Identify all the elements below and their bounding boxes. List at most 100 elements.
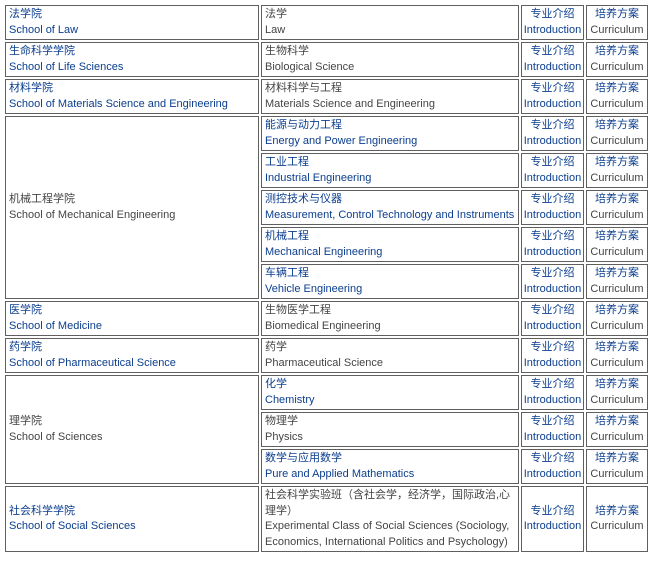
- introduction-link[interactable]: 专业介绍 Introduction: [521, 375, 584, 410]
- introduction-link[interactable]: 专业介绍 Introduction: [521, 227, 584, 262]
- introduction-label-en[interactable]: Introduction: [522, 171, 583, 187]
- introduction-label-en[interactable]: Introduction: [522, 97, 583, 113]
- introduction-label-en[interactable]: Introduction: [522, 356, 583, 372]
- introduction-link[interactable]: 专业介绍 Introduction: [521, 301, 584, 336]
- curriculum-label-cn[interactable]: 培养方案: [587, 118, 647, 134]
- curriculum-link[interactable]: 培养方案 Curriculum: [586, 449, 648, 484]
- curriculum-link[interactable]: 培养方案 Curriculum: [586, 42, 648, 77]
- curriculum-link[interactable]: 培养方案 Curriculum: [586, 375, 648, 410]
- school-name-en[interactable]: School of Law: [9, 23, 255, 39]
- curriculum-label-cn[interactable]: 培养方案: [587, 303, 647, 319]
- curriculum-label-en[interactable]: Curriculum: [587, 519, 647, 535]
- curriculum-link[interactable]: 培养方案 Curriculum: [586, 190, 648, 225]
- introduction-label-cn[interactable]: 专业介绍: [522, 340, 583, 356]
- curriculum-label-en[interactable]: Curriculum: [587, 245, 647, 261]
- school-name-cn[interactable]: 材料学院: [9, 81, 255, 97]
- curriculum-label-cn[interactable]: 培养方案: [587, 192, 647, 208]
- introduction-label-cn[interactable]: 专业介绍: [522, 504, 583, 520]
- curriculum-label-en[interactable]: Curriculum: [587, 60, 647, 76]
- curriculum-label-en[interactable]: Curriculum: [587, 356, 647, 372]
- introduction-link[interactable]: 专业介绍 Introduction: [521, 42, 584, 77]
- curriculum-label-en[interactable]: Curriculum: [587, 319, 647, 335]
- introduction-link[interactable]: 专业介绍 Introduction: [521, 486, 584, 552]
- introduction-label-cn[interactable]: 专业介绍: [522, 81, 583, 97]
- curriculum-label-cn[interactable]: 培养方案: [587, 44, 647, 60]
- introduction-link[interactable]: 专业介绍 Introduction: [521, 116, 584, 151]
- curriculum-label-cn[interactable]: 培养方案: [587, 451, 647, 467]
- school-name-en[interactable]: School of Life Sciences: [9, 60, 255, 76]
- curriculum-label-en[interactable]: Curriculum: [587, 467, 647, 483]
- school-name-cn[interactable]: 法学院: [9, 7, 255, 23]
- introduction-link[interactable]: 专业介绍 Introduction: [521, 5, 584, 40]
- curriculum-label-en[interactable]: Curriculum: [587, 97, 647, 113]
- major-name-cn[interactable]: 数学与应用数学: [265, 451, 515, 467]
- major-name-en[interactable]: Pure and Applied Mathematics: [265, 467, 515, 483]
- introduction-link[interactable]: 专业介绍 Introduction: [521, 338, 584, 373]
- curriculum-label-en[interactable]: Curriculum: [587, 282, 647, 298]
- major-name-en[interactable]: Industrial Engineering: [265, 171, 515, 187]
- major-name-en[interactable]: Energy and Power Engineering: [265, 134, 515, 150]
- school-name-cn[interactable]: 社会科学学院: [9, 504, 255, 520]
- curriculum-link[interactable]: 培养方案 Curriculum: [586, 227, 648, 262]
- introduction-link[interactable]: 专业介绍 Introduction: [521, 449, 584, 484]
- introduction-label-cn[interactable]: 专业介绍: [522, 303, 583, 319]
- major-name-cn[interactable]: 能源与动力工程: [265, 118, 515, 134]
- curriculum-link[interactable]: 培养方案 Curriculum: [586, 79, 648, 114]
- school-name-cn[interactable]: 医学院: [9, 303, 255, 319]
- curriculum-label-cn[interactable]: 培养方案: [587, 229, 647, 245]
- curriculum-label-cn[interactable]: 培养方案: [587, 377, 647, 393]
- introduction-label-cn[interactable]: 专业介绍: [522, 44, 583, 60]
- introduction-label-en[interactable]: Introduction: [522, 282, 583, 298]
- major-name-en[interactable]: Vehicle Engineering: [265, 282, 515, 298]
- introduction-label-en[interactable]: Introduction: [522, 430, 583, 446]
- curriculum-link[interactable]: 培养方案 Curriculum: [586, 153, 648, 188]
- curriculum-label-en[interactable]: Curriculum: [587, 393, 647, 409]
- introduction-label-cn[interactable]: 专业介绍: [522, 229, 583, 245]
- introduction-link[interactable]: 专业介绍 Introduction: [521, 190, 584, 225]
- curriculum-label-cn[interactable]: 培养方案: [587, 340, 647, 356]
- introduction-label-en[interactable]: Introduction: [522, 245, 583, 261]
- curriculum-label-en[interactable]: Curriculum: [587, 171, 647, 187]
- introduction-label-en[interactable]: Introduction: [522, 134, 583, 150]
- major-name-en[interactable]: Measurement, Control Technology and Inst…: [265, 208, 515, 224]
- introduction-label-cn[interactable]: 专业介绍: [522, 155, 583, 171]
- curriculum-label-cn[interactable]: 培养方案: [587, 7, 647, 23]
- curriculum-label-cn[interactable]: 培养方案: [587, 81, 647, 97]
- introduction-link[interactable]: 专业介绍 Introduction: [521, 264, 584, 299]
- curriculum-label-en[interactable]: Curriculum: [587, 134, 647, 150]
- introduction-link[interactable]: 专业介绍 Introduction: [521, 153, 584, 188]
- introduction-label-en[interactable]: Introduction: [522, 23, 583, 39]
- major-name-en[interactable]: Chemistry: [265, 393, 515, 409]
- introduction-label-cn[interactable]: 专业介绍: [522, 377, 583, 393]
- school-name-en[interactable]: School of Social Sciences: [9, 519, 255, 535]
- curriculum-link[interactable]: 培养方案 Curriculum: [586, 116, 648, 151]
- school-name-cn[interactable]: 生命科学学院: [9, 44, 255, 60]
- curriculum-link[interactable]: 培养方案 Curriculum: [586, 5, 648, 40]
- school-name-en[interactable]: School of Medicine: [9, 319, 255, 335]
- school-name-en[interactable]: School of Pharmaceutical Science: [9, 356, 255, 372]
- major-name-cn[interactable]: 车辆工程: [265, 266, 515, 282]
- introduction-label-cn[interactable]: 专业介绍: [522, 451, 583, 467]
- major-name-cn[interactable]: 机械工程: [265, 229, 515, 245]
- curriculum-label-en[interactable]: Curriculum: [587, 430, 647, 446]
- curriculum-label-cn[interactable]: 培养方案: [587, 155, 647, 171]
- introduction-label-en[interactable]: Introduction: [522, 519, 583, 535]
- curriculum-label-cn[interactable]: 培养方案: [587, 504, 647, 520]
- curriculum-link[interactable]: 培养方案 Curriculum: [586, 486, 648, 552]
- curriculum-label-en[interactable]: Curriculum: [587, 23, 647, 39]
- introduction-label-en[interactable]: Introduction: [522, 467, 583, 483]
- introduction-label-cn[interactable]: 专业介绍: [522, 266, 583, 282]
- curriculum-link[interactable]: 培养方案 Curriculum: [586, 338, 648, 373]
- school-name-cn[interactable]: 药学院: [9, 340, 255, 356]
- introduction-label-cn[interactable]: 专业介绍: [522, 192, 583, 208]
- introduction-label-cn[interactable]: 专业介绍: [522, 7, 583, 23]
- introduction-label-en[interactable]: Introduction: [522, 393, 583, 409]
- introduction-label-en[interactable]: Introduction: [522, 208, 583, 224]
- school-name-en[interactable]: School of Materials Science and Engineer…: [9, 97, 255, 113]
- introduction-label-cn[interactable]: 专业介绍: [522, 118, 583, 134]
- major-name-cn[interactable]: 工业工程: [265, 155, 515, 171]
- curriculum-label-cn[interactable]: 培养方案: [587, 414, 647, 430]
- curriculum-label-cn[interactable]: 培养方案: [587, 266, 647, 282]
- introduction-label-en[interactable]: Introduction: [522, 60, 583, 76]
- major-name-cn[interactable]: 测控技术与仪器: [265, 192, 515, 208]
